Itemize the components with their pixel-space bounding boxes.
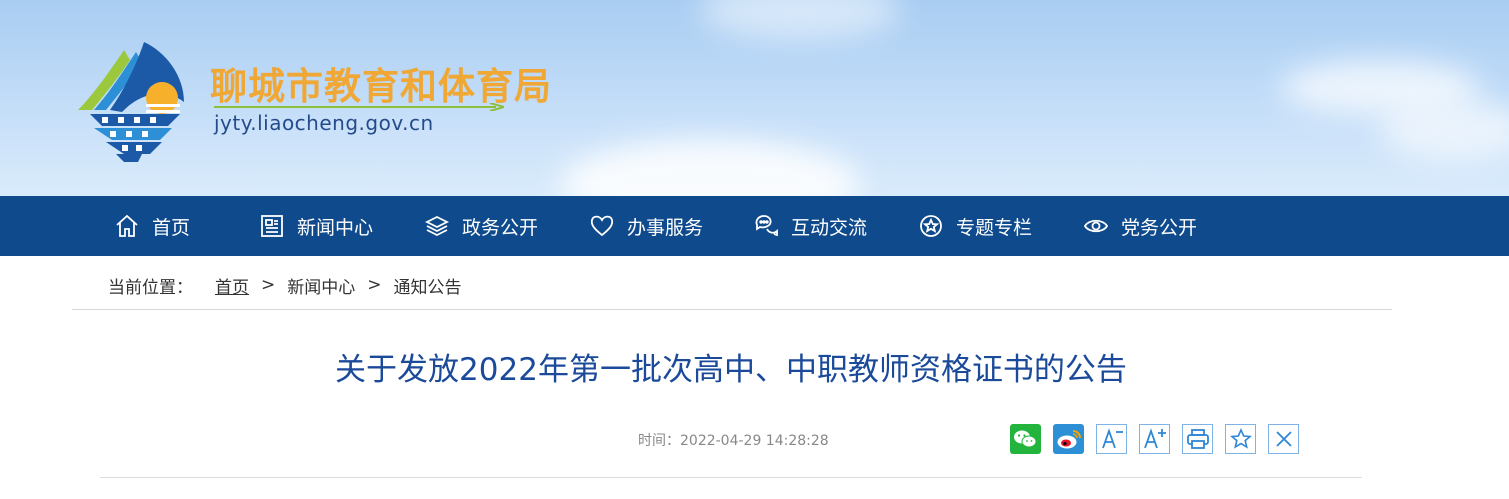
- nav-item-interaction[interactable]: 互动交流: [753, 196, 867, 256]
- favorite-button[interactable]: [1225, 424, 1256, 454]
- font-increase-button[interactable]: [1139, 424, 1170, 454]
- close-button[interactable]: [1268, 424, 1299, 454]
- font-increase-icon: [1143, 428, 1166, 449]
- article-toolbar: [1010, 424, 1311, 454]
- nav-item-party-affairs[interactable]: 党务公开: [1083, 196, 1197, 256]
- breadcrumb-notice-link[interactable]: 通知公告: [394, 273, 462, 298]
- breadcrumb-separator: >: [367, 275, 382, 295]
- weibo-share-button[interactable]: [1053, 424, 1084, 454]
- favorite-icon: [1229, 428, 1252, 449]
- nav-item-label: 互动交流: [791, 216, 868, 239]
- font-decrease-button[interactable]: [1096, 424, 1127, 454]
- nav-item-label: 党务公开: [1121, 216, 1198, 239]
- star-circle-icon: [920, 215, 942, 237]
- breadcrumb-news-link[interactable]: 新闻中心: [287, 273, 355, 298]
- nav-item-label: 新闻中心: [297, 216, 374, 239]
- chat-bubbles-icon: [755, 215, 778, 237]
- print-button[interactable]: [1182, 424, 1213, 454]
- weibo-share-icon: [1053, 424, 1084, 454]
- cloud-decoration: [700, 0, 900, 40]
- print-icon: [1186, 429, 1209, 449]
- wechat-share-icon: [1010, 424, 1041, 454]
- nav-item-services[interactable]: 办事服务: [589, 196, 703, 256]
- font-decrease-icon: [1101, 428, 1123, 449]
- nav-item-label: 专题专栏: [956, 216, 1033, 239]
- breadcrumb-prefix: 当前位置：: [108, 277, 193, 298]
- cloud-decoration: [560, 140, 860, 196]
- home-icon: [116, 214, 138, 237]
- divider: [100, 477, 1362, 478]
- newspaper-icon: [261, 215, 283, 237]
- eye-icon: [1083, 219, 1109, 233]
- site-url: jyty.liaocheng.gov.cn: [214, 111, 434, 135]
- title-underline-decoration: [214, 103, 504, 111]
- site-logo[interactable]: [72, 38, 187, 164]
- divider: [72, 309, 1392, 310]
- breadcrumb-separator: >: [261, 275, 276, 295]
- article-publish-time: 时间：2022-04-29 14:28:28: [638, 433, 829, 449]
- breadcrumb: 当前位置： 首页 > 新闻中心 > 通知公告: [108, 273, 462, 298]
- header-banner: 聊城市教育和体育局 jyty.liaocheng.gov.cn: [0, 0, 1509, 196]
- site-title: 聊城市教育和体育局: [210, 65, 552, 108]
- nav-item-gov-info[interactable]: 政务公开: [424, 196, 538, 256]
- nav-item-label: 办事服务: [627, 216, 704, 239]
- heart-icon: [590, 215, 614, 237]
- layers-icon: [424, 215, 450, 237]
- nav-item-label: 首页: [152, 216, 191, 239]
- breadcrumb-home-link[interactable]: 首页: [215, 273, 249, 298]
- nav-item-label: 政务公开: [462, 216, 539, 239]
- close-icon: [1275, 431, 1292, 447]
- nav-item-news[interactable]: 新闻中心: [259, 196, 373, 256]
- nav-item-topics[interactable]: 专题专栏: [918, 196, 1032, 256]
- wechat-share-button[interactable]: [1010, 424, 1041, 454]
- main-navigation: 首页 新闻中心 政务公开 办事服务 互动交流 专题专栏 党务公开: [0, 196, 1509, 256]
- nav-item-home[interactable]: 首页: [114, 196, 190, 256]
- cloud-decoration: [1380, 100, 1509, 160]
- article-title: 关于发放2022年第一批次高中、中职教师资格证书的公告: [335, 352, 1127, 388]
